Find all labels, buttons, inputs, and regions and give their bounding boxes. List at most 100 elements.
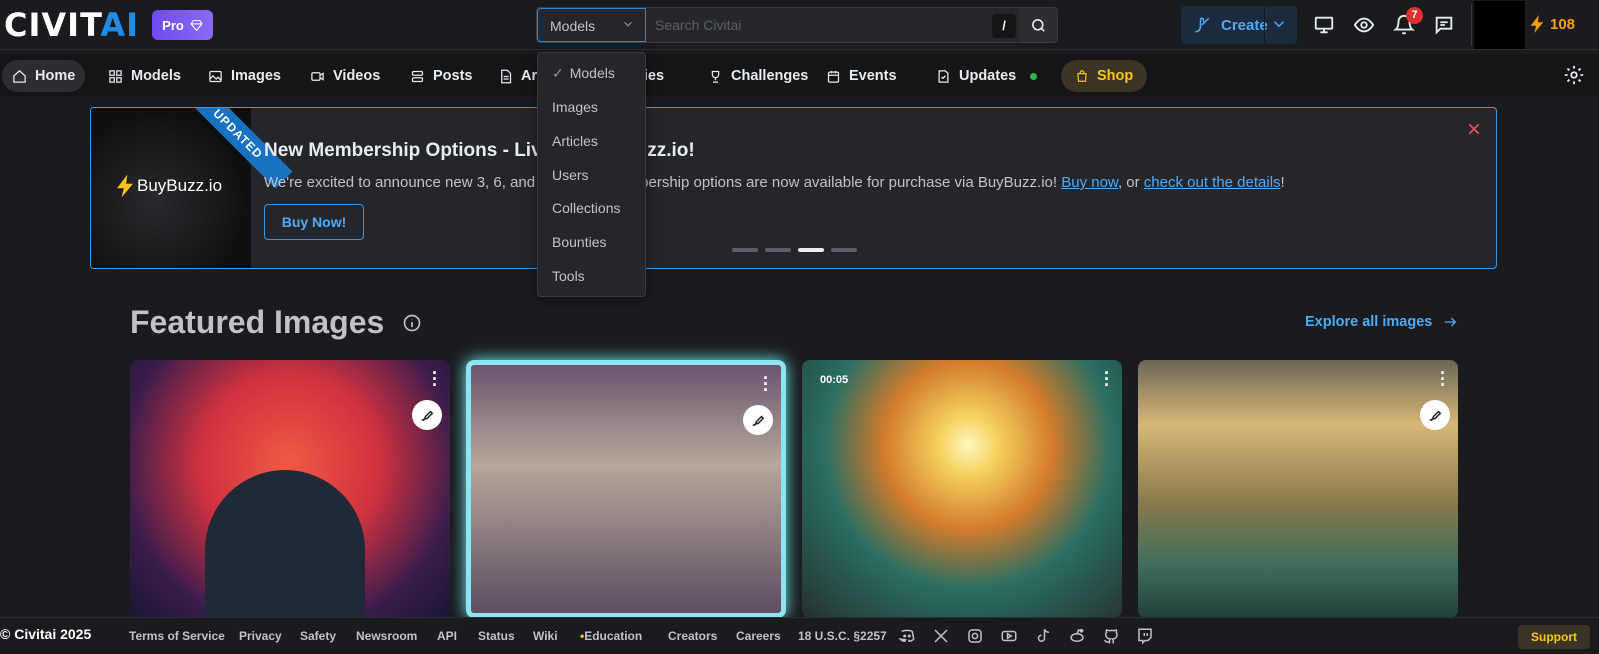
dropdown-option-tools[interactable]: Tools bbox=[552, 268, 585, 284]
remix-button[interactable] bbox=[1420, 400, 1450, 430]
footer-link-status[interactable]: Status bbox=[478, 629, 515, 643]
hooded-figure bbox=[205, 470, 365, 618]
close-banner-button[interactable] bbox=[1466, 120, 1482, 143]
brand-text: BuyBuzz.io bbox=[137, 176, 223, 195]
settings-button[interactable] bbox=[1563, 64, 1585, 91]
nav-images[interactable]: Images bbox=[198, 60, 291, 92]
info-icon[interactable] bbox=[402, 313, 422, 333]
nav-label: Models bbox=[131, 68, 181, 84]
search-button[interactable] bbox=[1019, 8, 1057, 42]
more-menu-icon[interactable]: · · · bbox=[763, 369, 769, 399]
featured-image-card[interactable]: · · · bbox=[466, 360, 786, 618]
footer-link-wiki[interactable]: Wiki bbox=[533, 629, 558, 643]
support-button[interactable]: Support bbox=[1518, 625, 1590, 649]
logo-text: CIVIT bbox=[4, 6, 101, 44]
footer-link-safety[interactable]: Safety bbox=[300, 629, 336, 643]
video-duration: 00:05 bbox=[820, 374, 849, 386]
x-icon[interactable] bbox=[932, 627, 950, 645]
twitch-icon[interactable] bbox=[1136, 627, 1154, 645]
search-scope-value: Models bbox=[550, 18, 596, 34]
lightning-icon bbox=[117, 174, 133, 198]
search-scope-select[interactable]: Models bbox=[537, 8, 646, 42]
header-divider bbox=[1471, 4, 1472, 46]
dropdown-option-models[interactable]: ✓ Models bbox=[552, 65, 615, 82]
updates-indicator-dot bbox=[1030, 72, 1038, 80]
create-button[interactable]: Create bbox=[1181, 6, 1297, 44]
option-label: Models bbox=[569, 65, 615, 81]
banner-text-part: ! bbox=[1280, 174, 1285, 191]
chat-icon bbox=[1435, 16, 1453, 35]
footer-link-education[interactable]: •Education bbox=[580, 629, 642, 643]
dropdown-option-images[interactable]: Images bbox=[552, 99, 598, 115]
generate-screen-button[interactable] bbox=[1310, 11, 1338, 39]
brush-icon bbox=[1195, 17, 1210, 33]
footer-link-terms[interactable]: Terms of Service bbox=[129, 629, 225, 643]
carousel-dot[interactable] bbox=[765, 248, 791, 252]
more-menu-icon[interactable]: · · · bbox=[1104, 364, 1110, 394]
details-link[interactable]: check out the details bbox=[1144, 174, 1281, 191]
nav-events[interactable]: Events bbox=[816, 60, 907, 92]
nav-posts[interactable]: Posts bbox=[400, 60, 483, 92]
notifications-button[interactable]: 7 bbox=[1390, 7, 1423, 39]
discord-icon[interactable] bbox=[898, 627, 916, 645]
main-nav: Home Models Images Videos Posts Articles… bbox=[0, 54, 1599, 96]
dropdown-option-bounties[interactable]: Bounties bbox=[552, 234, 606, 250]
remix-button[interactable] bbox=[743, 405, 773, 435]
pro-label: Pro bbox=[162, 17, 184, 33]
dropdown-option-collections[interactable]: Collections bbox=[552, 200, 620, 216]
featured-image-card[interactable]: · · · bbox=[130, 360, 450, 618]
youtube-icon[interactable] bbox=[1000, 627, 1018, 645]
nav-updates[interactable]: Updates bbox=[926, 60, 1047, 92]
nav-challenges[interactable]: Challenges bbox=[698, 60, 818, 92]
footer-link-creators[interactable]: Creators bbox=[668, 629, 717, 643]
nav-home[interactable]: Home bbox=[2, 60, 86, 92]
footer-link-api[interactable]: API bbox=[437, 629, 457, 643]
nav-shop[interactable]: Shop bbox=[1061, 60, 1148, 92]
gear-icon bbox=[1564, 65, 1584, 85]
featured-video-card[interactable]: 00:05 · · · bbox=[802, 360, 1122, 618]
nav-models[interactable]: Models bbox=[98, 60, 191, 92]
pro-badge-button[interactable]: Pro bbox=[152, 10, 213, 40]
footer: © Civitai 2025 Terms of Service Privacy … bbox=[0, 617, 1599, 654]
remix-button[interactable] bbox=[412, 400, 442, 430]
brush-icon bbox=[752, 415, 765, 426]
logo-accent-text: AI bbox=[100, 6, 140, 44]
github-icon[interactable] bbox=[1102, 627, 1120, 645]
more-menu-icon[interactable]: · · · bbox=[432, 364, 438, 394]
reddit-icon[interactable] bbox=[1068, 627, 1086, 645]
banner-text-part: We're excited to announce new 3, 6, and … bbox=[264, 174, 1062, 191]
more-menu-icon[interactable]: · · · bbox=[1440, 364, 1446, 394]
dropdown-option-users[interactable]: Users bbox=[552, 167, 589, 183]
chat-button[interactable] bbox=[1430, 11, 1458, 39]
chevron-down-icon[interactable] bbox=[1270, 15, 1288, 33]
buy-now-link[interactable]: Buy now bbox=[1061, 174, 1118, 191]
featured-image-card[interactable]: · · · bbox=[1138, 360, 1458, 618]
nav-videos[interactable]: Videos bbox=[300, 60, 390, 92]
instagram-icon[interactable] bbox=[966, 627, 984, 645]
create-split-divider bbox=[1264, 6, 1265, 44]
footer-link-privacy[interactable]: Privacy bbox=[239, 629, 282, 643]
tiktok-icon[interactable] bbox=[1034, 627, 1052, 645]
avatar[interactable] bbox=[1474, 1, 1525, 49]
dropdown-option-articles[interactable]: Articles bbox=[552, 133, 598, 149]
close-icon bbox=[1468, 123, 1480, 135]
section-title-text: Featured Images bbox=[130, 304, 385, 340]
eye-icon bbox=[1353, 17, 1375, 33]
search-input[interactable]: Search Civitai bbox=[655, 17, 741, 33]
carousel-dot[interactable] bbox=[831, 248, 857, 252]
civitai-logo[interactable]: CIVITAI bbox=[4, 6, 139, 44]
explore-label: Explore all images bbox=[1305, 314, 1433, 330]
browsing-mode-button[interactable] bbox=[1350, 11, 1378, 39]
footer-link-2257[interactable]: 18 U.S.C. §2257 bbox=[798, 629, 887, 643]
explore-all-images-link[interactable]: Explore all images bbox=[1305, 314, 1458, 330]
lightning-icon bbox=[1530, 15, 1544, 33]
carousel-dot-active[interactable] bbox=[798, 248, 824, 252]
buzz-balance[interactable]: 108 bbox=[1530, 15, 1575, 33]
carousel-dot[interactable] bbox=[732, 248, 758, 252]
search-scope-dropdown: ✓ Models Images Articles Users Collection… bbox=[537, 52, 646, 297]
nav-label: Videos bbox=[333, 68, 381, 84]
footer-link-newsroom[interactable]: Newsroom bbox=[356, 629, 417, 643]
footer-link-careers[interactable]: Careers bbox=[736, 629, 781, 643]
buy-now-button[interactable]: Buy Now! bbox=[264, 204, 364, 240]
top-bar: CIVITAI Pro Models Search Civitai / Crea… bbox=[0, 0, 1599, 50]
